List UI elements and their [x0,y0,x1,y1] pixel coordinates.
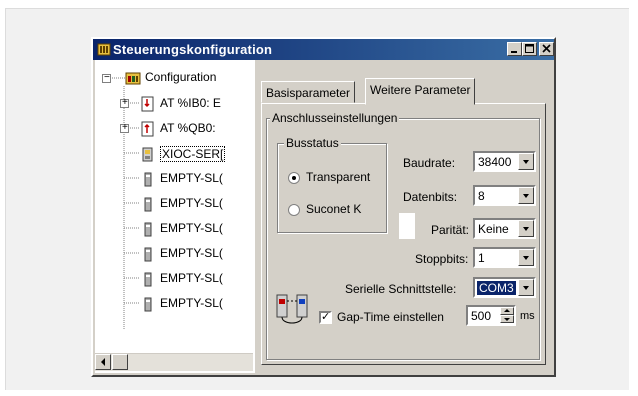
close-icon [542,44,551,53]
gap-time-label: Gap-Time einstellen [337,310,444,324]
tab-basisparameter[interactable]: Basisparameter [261,81,356,103]
tree-node-label: AT %QB0: [160,121,216,135]
tree-collapse-root[interactable]: − [102,72,111,83]
busstatus-group: Busstatus Transparent Suconet K [277,136,387,233]
empty-slot-icon [144,247,152,262]
tree-node-label: Configuration [145,70,217,84]
tree-horizontal-scrollbar[interactable] [95,353,253,371]
empty-slot-icon [144,222,152,237]
title-bar[interactable]: Steuerungskonfiguration [93,39,554,60]
gap-time-unit: ms [520,310,535,322]
schnittstelle-select[interactable]: COM3 [473,277,536,298]
tree-node-label: AT %IB0: E [160,96,221,110]
radio-suconet-k[interactable] [288,204,300,216]
arrow-left-icon [101,358,105,366]
tree-node-label: XIOC-SER[ [160,146,226,162]
anschluss-group: Anschlusseinstellungen Busstatus Transpa… [266,111,540,360]
input-module-icon [141,96,154,112]
stoppbits-select[interactable]: 1 [473,247,536,268]
tree-node-label: EMPTY-SL( [160,196,223,210]
tab-page-weitere-parameter: Anschlusseinstellungen Busstatus Transpa… [261,103,546,365]
chevron-down-icon[interactable] [518,187,534,204]
schnittstelle-label: Serielle Schnittstelle: [345,282,457,296]
radio-suconet-k-label: Suconet K [306,202,362,216]
window-title: Steuerungskonfiguration [113,42,273,57]
maximize-icon [525,44,534,53]
scroll-left-button[interactable] [95,354,111,370]
baudrate-select[interactable]: 38400 [473,151,536,172]
configuration-icon [125,72,141,85]
tree-expand-ib0[interactable]: + [120,97,129,108]
minimize-icon [511,51,517,53]
empty-slot-icon [144,297,152,312]
app-icon [97,43,111,56]
config-tree[interactable]: − Configuration + AT %IB0: E + AT %QB0: [95,60,255,373]
blank-panel [399,213,415,239]
anschluss-group-label: Anschlusseinstellungen [270,111,400,125]
empty-slot-icon [144,172,152,187]
stoppbits-label: Stoppbits: [415,252,469,266]
output-module-icon [141,121,154,137]
parameter-panel: Basisparameter Weitere Parameter Anschlu… [253,60,552,373]
radio-transparent-label: Transparent [306,170,371,184]
radio-transparent[interactable] [288,172,300,184]
close-button[interactable] [539,42,554,56]
serial-module-icon [142,147,153,162]
baudrate-label: Baudrate: [403,156,456,170]
connection-icon [276,294,308,324]
spin-down-button[interactable] [500,315,514,323]
datenbits-select[interactable]: 8 [473,185,536,206]
tree-node-label: EMPTY-SL( [160,296,223,310]
maximize-button[interactable] [522,42,537,56]
minimize-button[interactable] [507,42,522,56]
tab-weitere-parameter[interactable]: Weitere Parameter [365,78,476,105]
tree-expand-qb0[interactable]: + [120,122,129,133]
datenbits-label: Datenbits: [403,190,458,204]
config-window: Steuerungskonfiguration − Configuration … [91,37,556,377]
spin-up-button[interactable] [500,307,514,315]
chevron-down-icon[interactable] [518,153,534,170]
empty-slot-icon [144,197,152,212]
empty-slot-icon [144,272,152,287]
busstatus-group-label: Busstatus [284,136,341,150]
tree-node-label: EMPTY-SL( [160,221,223,235]
chevron-down-icon[interactable] [518,279,534,296]
paritaet-label: Parität: [431,223,470,237]
paritaet-select[interactable]: Keine [473,218,536,239]
gap-time-checkbox[interactable]: ✓ [319,311,332,324]
scroll-thumb[interactable] [112,354,128,370]
tree-node-label: EMPTY-SL( [160,171,223,185]
chevron-down-icon[interactable] [518,249,534,266]
tree-node-label: EMPTY-SL( [160,271,223,285]
gap-time-spinner[interactable]: 500 [466,305,516,326]
tree-node-label: EMPTY-SL( [160,246,223,260]
chevron-down-icon[interactable] [518,220,534,237]
